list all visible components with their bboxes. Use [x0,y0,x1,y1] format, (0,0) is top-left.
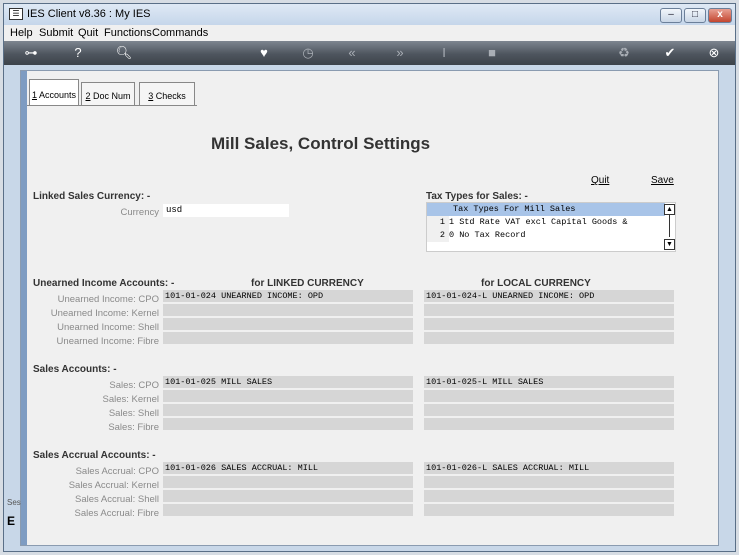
left-strip [21,71,27,545]
menu-help[interactable]: Help [10,27,33,39]
currency-input[interactable]: usd [163,204,289,217]
tab-checks[interactable]: 3 Checks [139,82,195,105]
search-icon[interactable]: 🔍︎ [114,45,134,61]
recycle-icon[interactable]: ♻ [614,45,634,61]
field-label: Unearned Income: CPO [57,294,159,305]
maximize-button[interactable]: □ [684,8,706,23]
key-icon[interactable]: ⊶ [18,45,44,61]
account-field[interactable] [424,304,674,317]
tax-types-list[interactable]: Tax Types For Mill Sales 11 Std Rate VAT… [426,202,676,252]
account-field[interactable] [424,390,674,403]
field-label: Sales Accrual: CPO [75,466,159,477]
scroll-up-icon[interactable]: ▲ [664,204,675,215]
account-field[interactable]: 101-01-025 MILL SALES [163,376,413,389]
tab-doc-num[interactable]: 2 Doc Num [81,82,135,105]
account-field[interactable] [163,404,413,417]
account-field[interactable] [163,332,413,345]
scrollbar[interactable] [669,215,670,237]
account-field[interactable]: 101-01-024-L UNEARNED INCOME: OPD [424,290,674,303]
minimize-button[interactable]: – [660,8,682,23]
menu-commands[interactable]: Commands [152,27,208,39]
accrual-heading: Sales Accrual Accounts: - [33,450,156,461]
help-icon[interactable]: ? [68,45,88,61]
menu-functions[interactable]: Functions [104,27,152,39]
tab-accounts[interactable]: 1 Accounts [29,79,79,105]
field-label: Unearned Income: Kernel [50,308,159,319]
field-label: Unearned Income: Shell [57,322,159,333]
app-icon: ☰ [9,8,23,20]
account-field[interactable] [424,318,674,331]
text-cursor-icon[interactable]: I [434,45,454,61]
field-label: Unearned Income: Fibre [56,336,159,347]
square-icon[interactable]: ■ [482,45,502,61]
tax-list-header: Tax Types For Mill Sales [427,203,665,216]
unearned-heading: Unearned Income Accounts: - [33,278,175,289]
list-item[interactable]: 11 Std Rate VAT excl Capital Goods & [427,216,665,229]
account-field[interactable] [163,318,413,331]
account-field[interactable] [163,476,413,489]
list-item[interactable]: 20 No Tax Record [427,229,665,242]
account-field[interactable] [424,332,674,345]
local-column-header: for LOCAL CURRENCY [481,278,591,289]
sales-heading: Sales Accounts: - [33,364,117,375]
field-label: Sales Accrual: Shell [75,494,159,505]
main-content: 1 Accounts 2 Doc Num 3 Checks Mill Sales… [20,70,719,546]
account-field[interactable]: 101-01-024 UNEARNED INCOME: OPD [163,290,413,303]
quit-link[interactable]: Quit [591,175,609,186]
account-field[interactable]: 101-01-026 SALES ACCRUAL: MILL [163,462,413,475]
account-field[interactable] [424,490,674,503]
session-fragment: Ses [7,498,21,507]
currency-label: Currency [120,207,159,218]
app-window: ☰ IES Client v8.36 : My IES – □ x Help S… [3,3,736,552]
clock-icon[interactable]: ◷ [298,45,318,61]
heart-icon[interactable]: ♥ [254,45,274,61]
page-title: Mill Sales, Control Settings [211,134,431,153]
scroll-down-icon[interactable]: ▼ [664,239,675,250]
account-field[interactable] [424,476,674,489]
field-label: Sales: Shell [108,408,159,419]
account-field[interactable] [424,504,674,517]
forward-icon[interactable]: » [390,45,410,61]
field-label: Sales Accrual: Kernel [68,480,159,491]
check-icon[interactable]: ✔ [660,45,680,61]
menu-bar: Help Submit Quit Functions Commands [4,25,735,41]
account-field[interactable] [163,490,413,503]
edit-fragment: E [7,514,16,528]
account-field[interactable] [163,304,413,317]
close-icon[interactable]: ⊗ [704,45,724,61]
close-window-button[interactable]: x [708,8,732,23]
field-label: Sales: Fibre [108,422,159,433]
account-field[interactable] [163,504,413,517]
account-field[interactable] [424,404,674,417]
menu-submit[interactable]: Submit [39,27,73,39]
linked-currency-heading: Linked Sales Currency: - [33,191,151,202]
account-field[interactable] [163,390,413,403]
field-label: Sales: CPO [109,380,159,391]
window-title: IES Client v8.36 : My IES [27,8,151,20]
account-field[interactable] [424,418,674,431]
linked-column-header: for LINKED CURRENCY [251,278,364,289]
account-field[interactable]: 101-01-026-L SALES ACCRUAL: MILL [424,462,674,475]
tab-underline [27,105,197,106]
account-field[interactable] [163,418,413,431]
account-field[interactable]: 101-01-025-L MILL SALES [424,376,674,389]
title-bar: ☰ IES Client v8.36 : My IES – □ x [4,4,735,25]
save-link[interactable]: Save [651,175,674,186]
toolbar: ⊶ ? 🔍︎ ♥ ◷ « » I ■ ♻ ✔ ⊗ [4,41,735,65]
menu-quit[interactable]: Quit [78,27,98,39]
field-label: Sales: Kernel [102,394,159,405]
rewind-icon[interactable]: « [342,45,362,61]
tax-types-heading: Tax Types for Sales: - [426,191,528,202]
field-label: Sales Accrual: Fibre [74,508,159,519]
